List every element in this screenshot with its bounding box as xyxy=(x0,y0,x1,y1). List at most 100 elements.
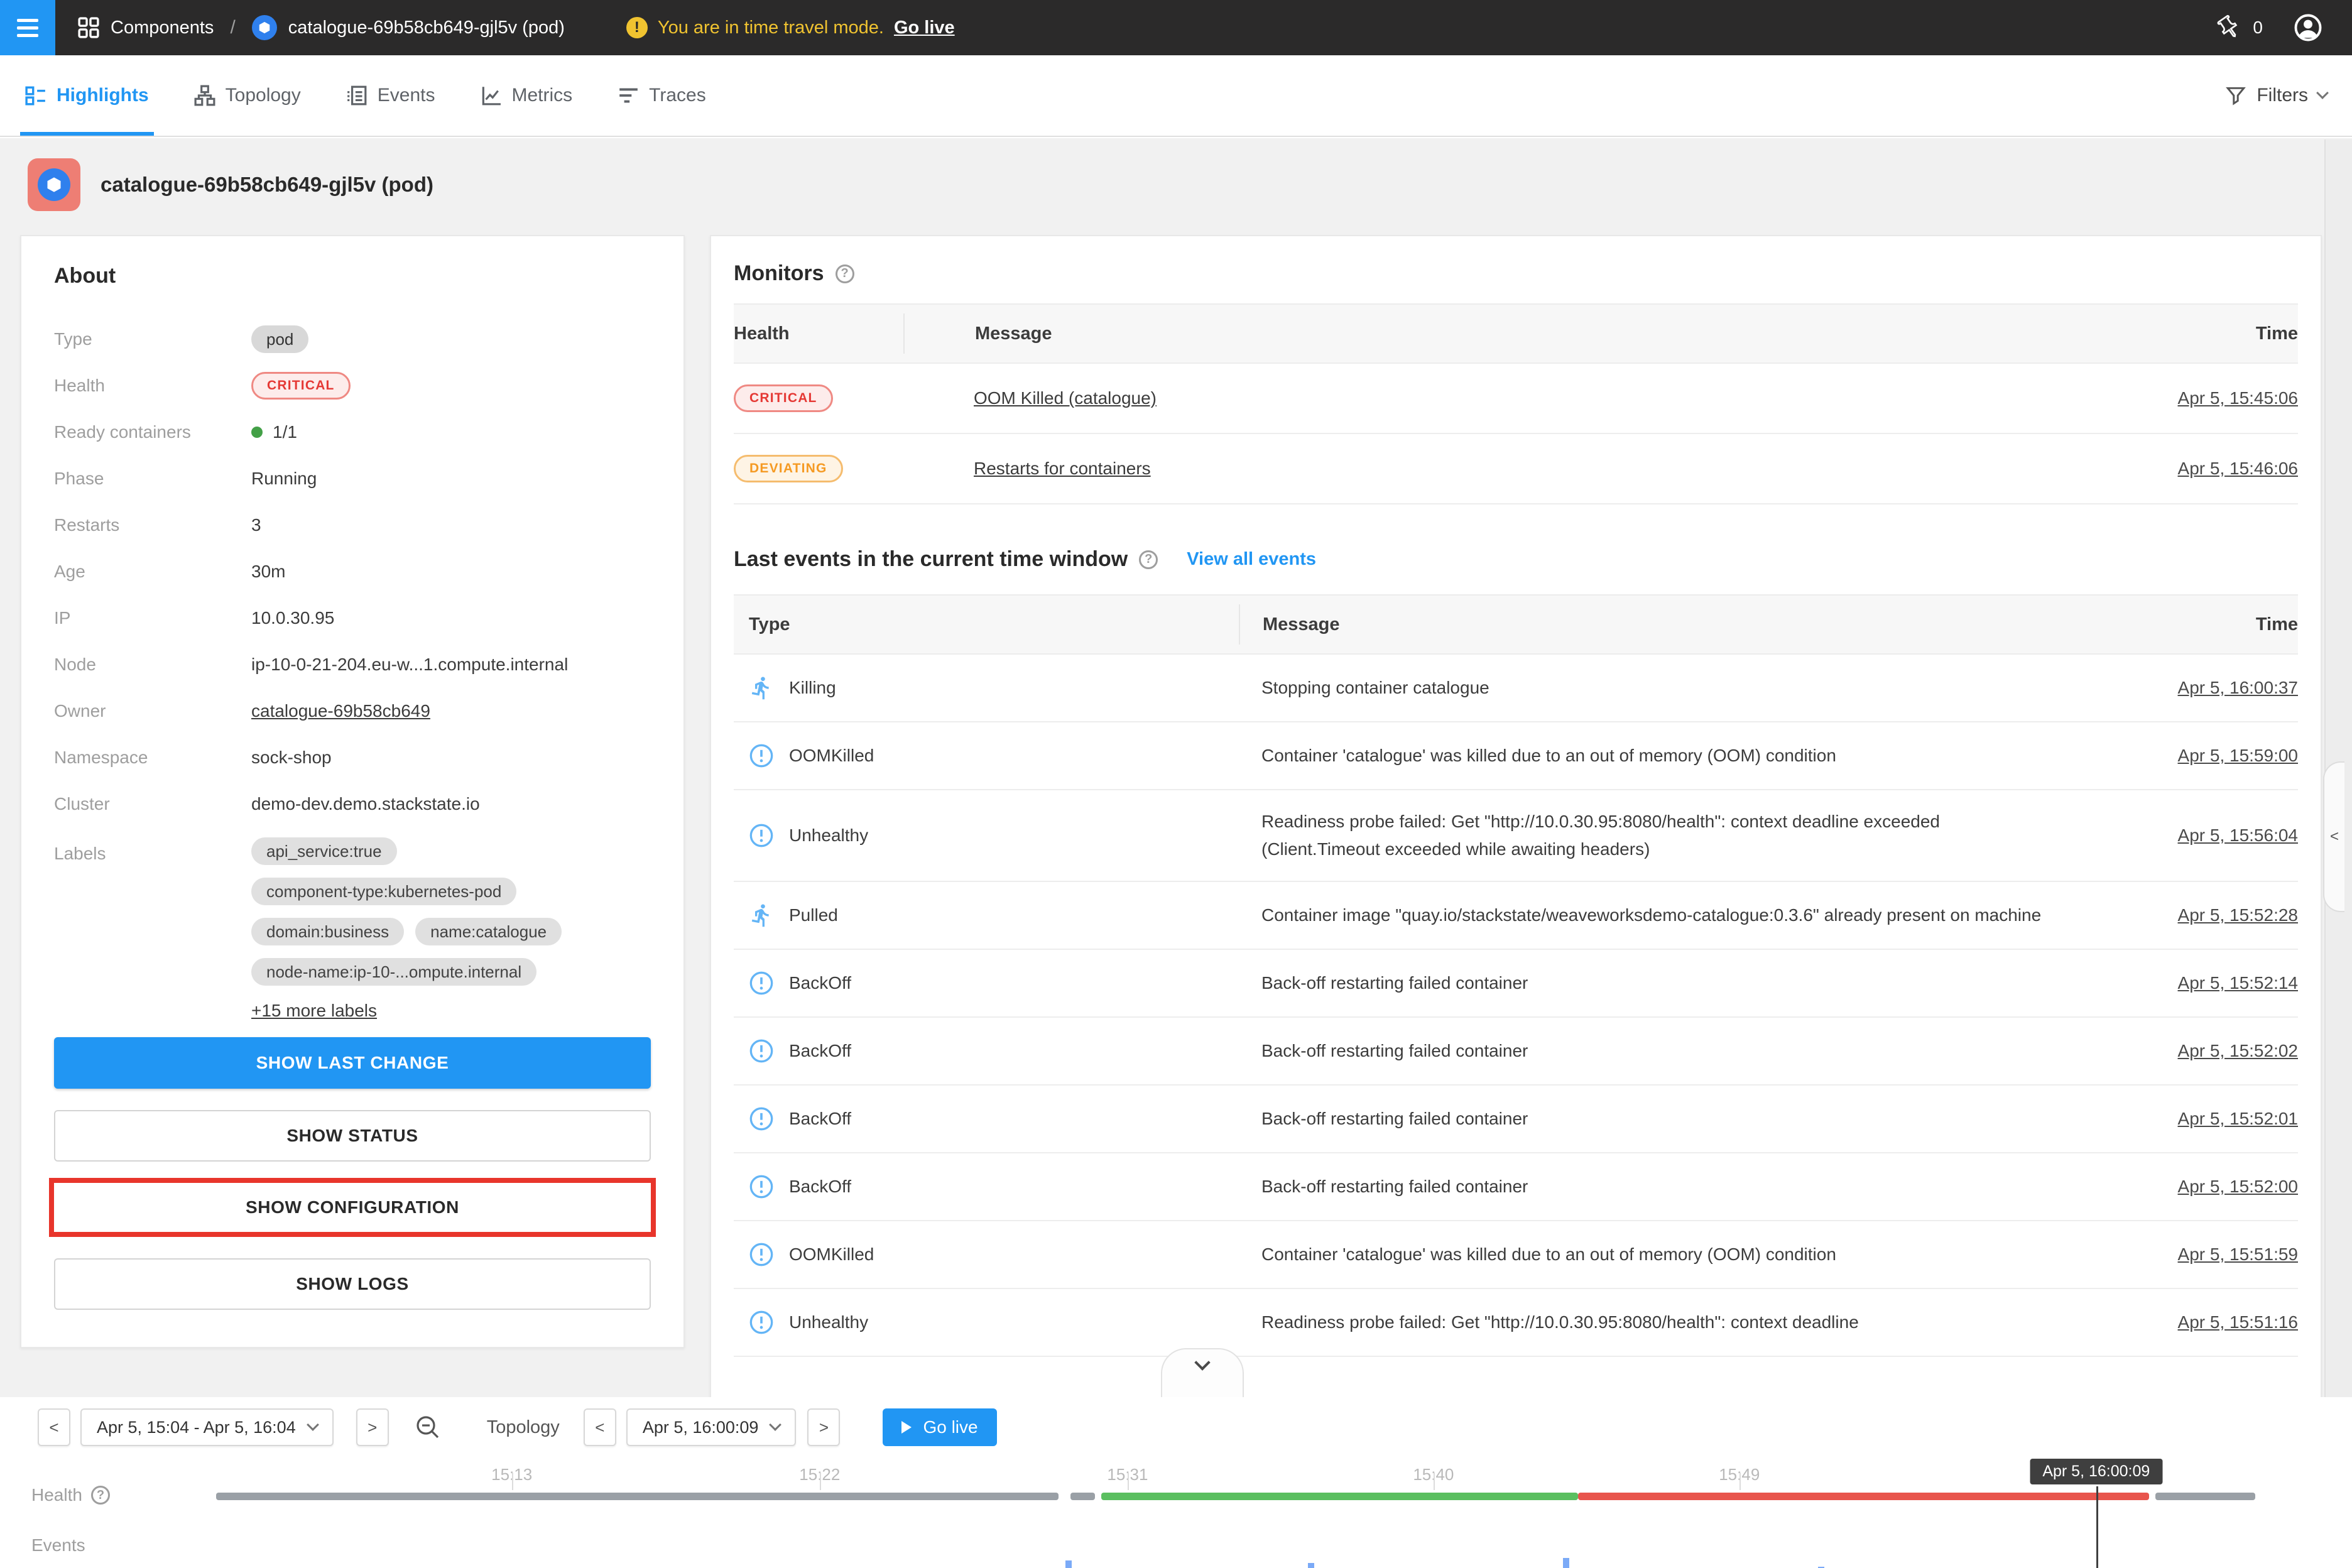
monitor-link[interactable]: OOM Killed (catalogue) xyxy=(974,388,1157,408)
range-prev-button[interactable]: < xyxy=(38,1408,70,1446)
event-type-label: Killing xyxy=(789,678,836,698)
time-link[interactable]: Apr 5, 15:51:59 xyxy=(2178,1244,2298,1264)
owner-link[interactable]: catalogue-69b58cb649 xyxy=(251,701,430,721)
time-link[interactable]: Apr 5, 15:52:02 xyxy=(2178,1041,2298,1060)
events-timeline-track[interactable] xyxy=(216,1544,2255,1568)
show-last-change-button[interactable]: SHOW LAST CHANGE xyxy=(54,1037,651,1089)
user-avatar[interactable] xyxy=(2292,11,2324,44)
tab-label: Events xyxy=(378,85,435,106)
about-row-ip: IP 10.0.30.95 xyxy=(54,595,651,641)
event-message: Back-off restarting failed container xyxy=(1261,1177,1528,1196)
time-link[interactable]: Apr 5, 15:52:28 xyxy=(2178,905,2298,925)
time-link[interactable]: Apr 5, 15:45:06 xyxy=(2178,388,2298,408)
show-logs-button[interactable]: SHOW LOGS xyxy=(54,1258,651,1310)
field-label: Node xyxy=(54,655,251,675)
column-header-message: Message xyxy=(903,313,2059,354)
time-next-button[interactable]: > xyxy=(807,1408,840,1446)
event-type-label: BackOff xyxy=(789,1041,851,1061)
time-link[interactable]: Apr 5, 15:52:14 xyxy=(2178,973,2298,993)
event-type-cell: BackOff xyxy=(734,1174,1239,1199)
monitor-row: DEVIATING Restarts for containers Apr 5, 1… xyxy=(734,434,2298,504)
field-label: Cluster xyxy=(54,794,251,814)
axis-tick-mark xyxy=(1740,1473,1741,1490)
field-label: IP xyxy=(54,608,251,628)
about-row-labels: Labels api_service:truecomponent-type:ku… xyxy=(54,837,651,986)
monitor-health-cell: CRITICAL xyxy=(734,384,903,412)
about-row-ready: Ready containers 1/1 xyxy=(54,409,651,455)
time-link[interactable]: Apr 5, 15:56:04 xyxy=(2178,825,2298,845)
timeline-expand-handle[interactable] xyxy=(1161,1348,1244,1397)
events-heading-row: Last events in the current time window ?… xyxy=(734,547,2298,572)
expand-right-panel-handle[interactable]: < xyxy=(2323,761,2344,912)
details-panel: Monitors ? Health Message Time CRITICALO… xyxy=(710,235,2322,1398)
show-status-button[interactable]: SHOW STATUS xyxy=(54,1110,651,1162)
show-configuration-button[interactable]: SHOW CONFIGURATION xyxy=(54,1183,651,1232)
tab-highlights[interactable]: Highlights xyxy=(25,55,149,136)
tab-events[interactable]: Events xyxy=(346,55,435,136)
health-label: Health xyxy=(31,1485,82,1505)
chevron-down-icon xyxy=(2316,87,2329,99)
time-link[interactable]: Apr 5, 16:00:37 xyxy=(2178,678,2298,697)
events-heading: Last events in the current time window xyxy=(734,547,1128,572)
more-labels-link[interactable]: +15 more labels xyxy=(251,1001,651,1021)
current-time-dropdown[interactable]: Apr 5, 16:00:09 xyxy=(626,1408,797,1446)
health-segment xyxy=(1101,1493,1579,1500)
tab-label: Metrics xyxy=(511,85,572,106)
help-icon[interactable]: ? xyxy=(91,1486,110,1505)
zoom-out-button[interactable] xyxy=(414,1413,442,1441)
monitor-link[interactable]: Restarts for containers xyxy=(974,459,1151,478)
health-timeline-track[interactable] xyxy=(216,1493,2255,1500)
breadcrumb-entity[interactable]: catalogue-69b58cb649-gjl5v (pod) xyxy=(288,18,565,38)
tab-topology[interactable]: Topology xyxy=(194,55,301,136)
help-icon[interactable]: ? xyxy=(1139,550,1158,569)
view-all-events-link[interactable]: View all events xyxy=(1187,549,1316,570)
monitor-health-cell: DEVIATING xyxy=(734,455,903,482)
help-icon[interactable]: ? xyxy=(836,264,854,283)
about-panel: About Type pod Health CRITICAL Ready con… xyxy=(20,235,685,1348)
hamburger-icon xyxy=(17,19,38,37)
restarts-value: 3 xyxy=(251,515,261,535)
event-time-cell: Apr 5, 15:51:16 xyxy=(2059,1312,2298,1332)
ip-value: 10.0.30.95 xyxy=(251,608,334,628)
axis-tick-mark xyxy=(820,1473,821,1490)
menu-button[interactable] xyxy=(0,0,55,55)
filters-button[interactable]: Filters xyxy=(2225,85,2327,106)
alert-circle-icon xyxy=(749,1038,774,1064)
event-time-cell: Apr 5, 15:52:00 xyxy=(2059,1177,2298,1197)
column-header-time: Time xyxy=(2059,614,2298,635)
event-type-cell: BackOff xyxy=(734,1038,1239,1064)
time-range-dropdown[interactable]: Apr 5, 15:04 - Apr 5, 16:04 xyxy=(80,1408,334,1446)
breadcrumb-components[interactable]: Components xyxy=(111,18,214,38)
field-label: Labels xyxy=(54,837,251,986)
tab-metrics[interactable]: Metrics xyxy=(480,55,572,136)
event-message-cell: Readiness probe failed: Get "http://10.0… xyxy=(1239,808,2059,863)
range-next-button[interactable]: > xyxy=(356,1408,389,1446)
tab-label: Topology xyxy=(226,85,301,106)
pin-icon[interactable] xyxy=(2216,15,2241,40)
timeline-health-label: Health ? xyxy=(31,1485,110,1505)
time-link[interactable]: Apr 5, 15:59:00 xyxy=(2178,746,2298,765)
time-link[interactable]: Apr 5, 15:51:16 xyxy=(2178,1312,2298,1332)
label-pill: domain:business xyxy=(251,918,404,945)
go-live-link[interactable]: Go live xyxy=(894,18,955,38)
go-live-button[interactable]: Go live xyxy=(883,1408,996,1446)
time-link[interactable]: Apr 5, 15:52:00 xyxy=(2178,1177,2298,1196)
traces-icon xyxy=(618,85,639,106)
events-table-body: KillingStopping container catalogueApr 5… xyxy=(734,655,2298,1357)
metrics-icon xyxy=(480,85,501,106)
event-row: KillingStopping container catalogueApr 5… xyxy=(734,655,2298,722)
alert-circle-icon xyxy=(749,823,774,848)
events-table-header: Type Message Time xyxy=(734,594,2298,655)
top-bar: Components / catalogue-69b58cb649-gjl5v … xyxy=(0,0,2352,55)
time-prev-button[interactable]: < xyxy=(584,1408,616,1446)
time-link[interactable]: Apr 5, 15:52:01 xyxy=(2178,1109,2298,1128)
tab-traces[interactable]: Traces xyxy=(618,55,706,136)
time-travel-warning-text: You are in time travel mode. xyxy=(658,18,884,38)
event-time-cell: Apr 5, 15:52:01 xyxy=(2059,1109,2298,1129)
event-type-cell: Pulled xyxy=(734,903,1239,928)
column-header-health: Health xyxy=(734,324,903,344)
time-link[interactable]: Apr 5, 15:46:06 xyxy=(2178,459,2298,478)
event-message: Readiness probe failed: Get "http://10.0… xyxy=(1261,812,1940,859)
about-row-namespace: Namespace sock-shop xyxy=(54,734,651,781)
monitor-row: CRITICAL OOM Killed (catalogue) Apr 5, 15:… xyxy=(734,364,2298,434)
